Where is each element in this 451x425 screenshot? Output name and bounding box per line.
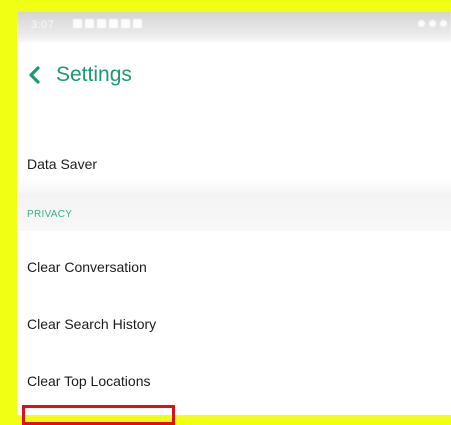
clear-top-locations-row[interactable]: Clear Top Locations (17, 357, 451, 407)
notification-icon (85, 19, 94, 28)
clear-conversation-label: Clear Conversation (27, 259, 147, 275)
highlight-box (22, 405, 175, 425)
clear-top-locations-label: Clear Top Locations (27, 373, 151, 389)
mail-icon (109, 19, 118, 28)
image-icon (121, 19, 130, 28)
privacy-section-header: PRIVACY (17, 197, 451, 231)
system-icons (418, 20, 447, 27)
chevron-left-icon[interactable] (27, 65, 43, 85)
battery-icon (440, 20, 447, 27)
notification-icon (97, 19, 106, 28)
data-saver-label: Data Saver (27, 156, 98, 172)
clear-search-history-row[interactable]: Clear Search History (17, 300, 451, 350)
screenshot-frame: 3:07 Settings Data Saver PRIVACY Clear C… (0, 0, 451, 425)
page-title: Settings (56, 63, 132, 86)
clear-conversation-row[interactable]: Clear Conversation (17, 243, 451, 293)
phone-screen: 3:07 Settings Data Saver PRIVACY Clear C… (17, 11, 451, 415)
calendar-icon (133, 19, 142, 28)
wifi-icon (418, 20, 425, 27)
privacy-section-label: PRIVACY (27, 209, 73, 220)
status-bar: 3:07 (17, 11, 451, 42)
status-time: 3:07 (31, 19, 55, 31)
settings-header: Settings (17, 51, 451, 101)
notification-icons (73, 19, 142, 28)
signal-icon (429, 20, 436, 27)
notification-icon (73, 19, 82, 28)
clear-search-history-label: Clear Search History (27, 316, 157, 332)
